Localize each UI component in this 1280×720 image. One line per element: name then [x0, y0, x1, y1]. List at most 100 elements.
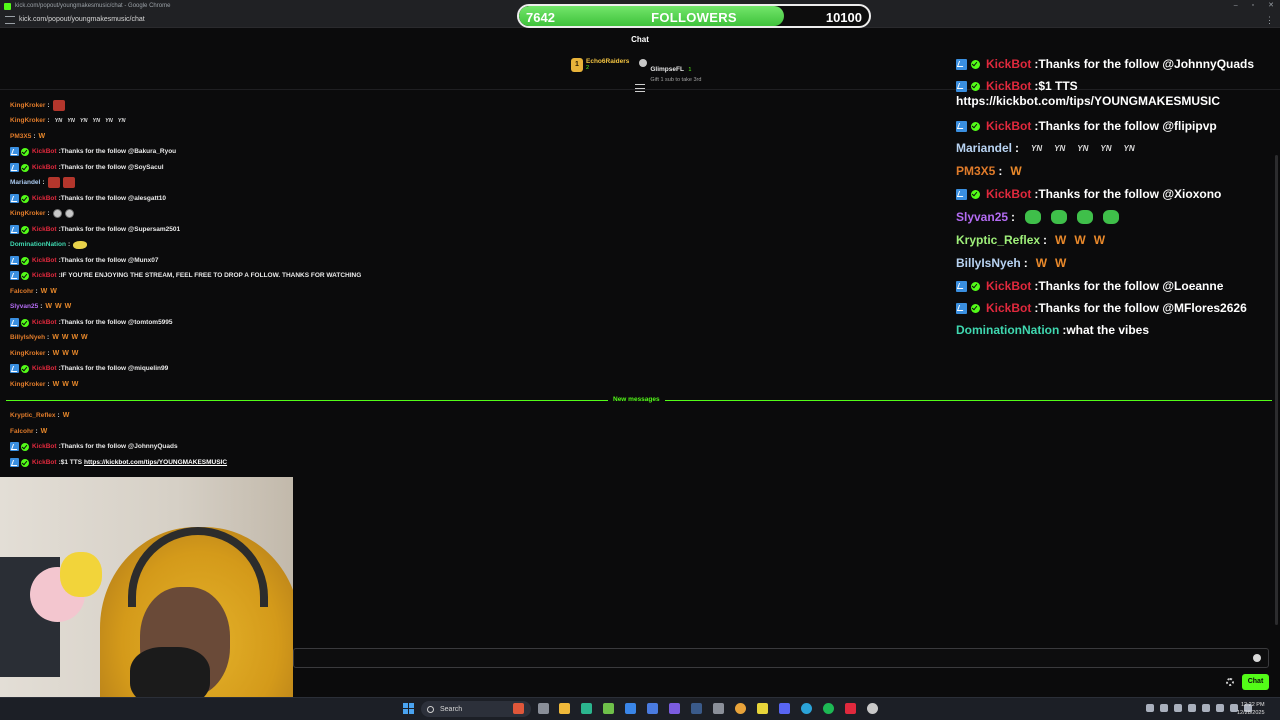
chat-username[interactable]: DominationNation: [10, 241, 66, 248]
chat-message: KickBot : Thanks for the follow @Xioxono: [956, 184, 1221, 204]
chat-input[interactable]: [293, 648, 1269, 668]
chat-username[interactable]: KickBot: [32, 272, 57, 279]
file-explorer-icon[interactable]: [559, 703, 570, 714]
chat-username[interactable]: KickBot: [32, 164, 57, 171]
chat-message: Mariandel:: [10, 176, 75, 189]
app-icon[interactable]: [757, 703, 768, 714]
close-icon[interactable]: ✕: [1268, 2, 1274, 9]
chat-username[interactable]: KickBot: [986, 57, 1031, 71]
spotify-icon[interactable]: [823, 703, 834, 714]
chat-username[interactable]: KingKroker: [10, 117, 45, 124]
task-view-icon[interactable]: [538, 703, 549, 714]
chat-username[interactable]: Slyvan25: [956, 210, 1008, 224]
separator: :: [67, 241, 71, 248]
chat-username[interactable]: Mariandel: [10, 179, 40, 186]
new-messages-label[interactable]: New messages: [608, 396, 665, 403]
chat-username[interactable]: Falcohr: [10, 288, 33, 295]
chat-username[interactable]: KickBot: [986, 301, 1031, 315]
emote-icon: [52, 100, 65, 111]
pikachu-app-icon[interactable]: [513, 703, 524, 714]
chat-username[interactable]: DominationNation: [956, 323, 1059, 337]
app-icon[interactable]: [581, 703, 592, 714]
chat-username[interactable]: Kryptic_Reflex: [956, 233, 1040, 247]
clock[interactable]: 12:22 PM 12/28/2025: [1237, 701, 1265, 717]
chat-send-button[interactable]: Chat: [1242, 674, 1269, 690]
chat-text: Thanks for the follow @miquelin99: [60, 365, 169, 372]
chat-username[interactable]: Slyvan25: [10, 303, 38, 310]
edge-icon[interactable]: [801, 703, 812, 714]
chat-username[interactable]: KickBot: [32, 148, 57, 155]
gear-icon[interactable]: [1226, 678, 1234, 686]
date: 12/28/2025: [1237, 710, 1265, 716]
collapse-icon[interactable]: [635, 84, 645, 92]
gifter-2[interactable]: GlimpseFL 1 Gift 1 sub to take 3rd: [639, 58, 701, 83]
chat-username[interactable]: KingKroker: [10, 102, 45, 109]
chat-username[interactable]: KingKroker: [10, 350, 45, 357]
windows-start-icon[interactable]: [403, 703, 414, 714]
chat-username[interactable]: KickBot: [986, 119, 1031, 133]
chat-username[interactable]: KingKroker: [10, 210, 45, 217]
xbox-icon[interactable]: [603, 703, 614, 714]
discord-icon[interactable]: [779, 703, 790, 714]
chat-text: Thanks for the follow @Supersam2501: [60, 226, 181, 233]
bot-badge-icon: [10, 194, 19, 203]
chat-username[interactable]: KickBot: [32, 257, 57, 264]
app-icon[interactable]: [691, 703, 702, 714]
chat-username[interactable]: KickBot: [986, 79, 1031, 93]
goal-target: 10100: [825, 10, 862, 25]
separator: :: [35, 288, 38, 295]
bot-badge-icon: [956, 58, 967, 70]
scrollbar[interactable]: [1275, 155, 1278, 625]
app-icon[interactable]: [647, 703, 658, 714]
minimize-icon[interactable]: –: [1234, 2, 1238, 9]
app-icon[interactable]: [713, 703, 724, 714]
chat-message: https://kickbot.com/tips/YOUNGMAKESMUSIC: [956, 94, 1221, 108]
chat-username[interactable]: KickBot: [986, 187, 1031, 201]
emote-icon: [1051, 210, 1068, 224]
gifter-1[interactable]: 1 Echo6Raiders 2: [571, 58, 629, 83]
chat-text: Thanks for the follow @JohnnyQuads: [60, 443, 178, 450]
bot-badge-icon: [10, 458, 19, 467]
chat-message: KickBot: Thanks for the follow @Supersam…: [10, 223, 180, 236]
maximize-icon[interactable]: ▫: [1252, 2, 1254, 9]
verified-badge-icon: [971, 303, 980, 313]
app-icon[interactable]: [867, 703, 878, 714]
gifter-name: Echo6Raiders: [586, 58, 630, 65]
chat-message: PM3X5 : W: [956, 161, 1022, 181]
menu-dots-icon[interactable]: ⋮: [1265, 15, 1274, 26]
chat-username[interactable]: PM3X5: [10, 133, 31, 140]
chat-username[interactable]: KickBot: [32, 226, 57, 233]
chrome-icon[interactable]: [735, 703, 746, 714]
emote-icon: [1077, 210, 1094, 224]
emoji-icon[interactable]: [1253, 654, 1261, 662]
time: 12:22 PM: [1240, 702, 1265, 708]
chat-message: PM3X5: W: [10, 130, 45, 143]
chat-username[interactable]: KickBot: [32, 195, 57, 202]
chat-username[interactable]: KickBot: [32, 459, 57, 466]
chat-username[interactable]: BillyIsNyeh: [956, 256, 1021, 270]
separator: :: [1023, 256, 1028, 270]
app-icon[interactable]: [845, 703, 856, 714]
chat-text: $1 TTS: [1038, 79, 1078, 93]
app-icon[interactable]: [669, 703, 680, 714]
chat-message: KickBot : Thanks for the follow @Loeanne: [956, 276, 1223, 296]
chat-username[interactable]: BillyIsNyeh: [10, 334, 45, 341]
chat-message: KickBot: Thanks for the follow @tomtom59…: [10, 316, 173, 329]
url-text[interactable]: kick.com/popout/youngmakesmusic/chat: [19, 16, 145, 23]
chat-username[interactable]: KickBot: [32, 443, 57, 450]
chat-username[interactable]: Falcohr: [10, 428, 33, 435]
chat-username[interactable]: Kryptic_Reflex: [10, 412, 56, 419]
emote-icon: W: [71, 334, 79, 341]
chat-link[interactable]: https://kickbot.com/tips/YOUNGMAKESMUSIC: [84, 459, 227, 466]
chat-username[interactable]: KickBot: [32, 365, 57, 372]
chat-message: KickBot: Thanks for the follow @Bakura_R…: [10, 145, 176, 158]
chat-username[interactable]: PM3X5: [956, 164, 995, 178]
chat-username[interactable]: KickBot: [32, 319, 57, 326]
chat-username[interactable]: KickBot: [986, 279, 1031, 293]
chat-username[interactable]: Mariandel: [956, 141, 1012, 155]
separator: :: [35, 428, 38, 435]
site-settings-icon[interactable]: [5, 15, 15, 24]
chat-username[interactable]: KingKroker: [10, 381, 45, 388]
emote-icon: W: [52, 381, 60, 388]
app-icon[interactable]: [625, 703, 636, 714]
